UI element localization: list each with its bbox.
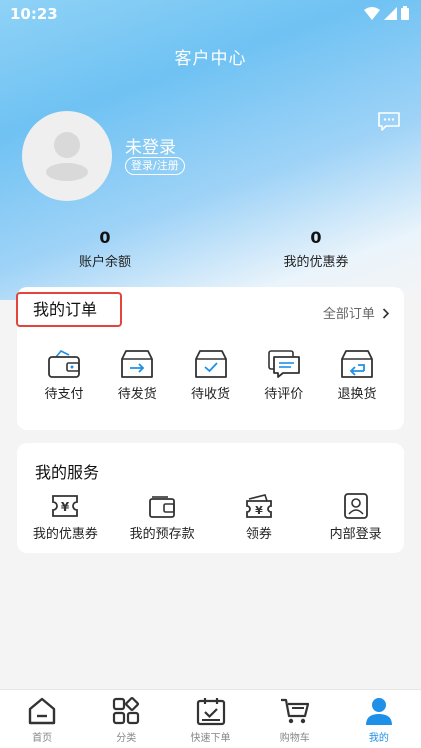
order-pending-payment[interactable]: 待支付	[29, 349, 99, 402]
services-card: 我的服务 ¥ 我的优惠券 我的预存款 ¥ 领券 内部登录	[17, 443, 404, 553]
calendar-check-icon	[196, 698, 225, 726]
page-title: 客户中心	[174, 49, 247, 69]
avatar[interactable]	[22, 111, 112, 201]
account-balance[interactable]: 0 账户余额	[15, 228, 195, 270]
service-get-coupons[interactable]: ¥ 领券	[211, 493, 308, 542]
service-internal-login-label: 内部登录	[329, 527, 382, 542]
service-my-deposit[interactable]: 我的预存款	[114, 493, 211, 542]
wifi-icon	[364, 6, 380, 20]
account-balance-label: 账户余额	[78, 255, 131, 270]
box-check-icon	[194, 350, 227, 378]
message-icon[interactable]	[377, 111, 401, 133]
avatar-placeholder-icon	[46, 132, 88, 181]
user-card-icon	[343, 493, 368, 519]
tab-category-label: 分类	[116, 733, 137, 744]
status-bar: 10:23	[0, 0, 421, 30]
order-pending-receipt[interactable]: 待收货	[176, 349, 246, 402]
tab-cart-label: 购物车	[279, 733, 310, 744]
service-my-coupons-label: 我的优惠券	[32, 527, 98, 542]
order-pending-payment-label: 待支付	[44, 387, 84, 402]
service-my-deposit-label: 我的预存款	[129, 527, 195, 542]
coupon-icon: ¥	[52, 495, 79, 517]
user-icon	[365, 698, 392, 725]
home-icon	[28, 697, 56, 725]
wallet-icon	[149, 496, 176, 518]
bottom-tab-bar: 首页 分类 快速下单 购物车 我的	[0, 689, 421, 748]
login-status: 未登录	[125, 138, 176, 158]
order-return-exchange-label: 退换货	[337, 387, 377, 402]
my-coupons-label: 我的优惠券	[283, 255, 349, 270]
battery-icon	[401, 6, 409, 20]
category-icon	[113, 696, 140, 725]
services-title: 我的服务	[35, 463, 100, 482]
tab-quick-order[interactable]: 快速下单	[168, 690, 252, 748]
tab-home[interactable]: 首页	[0, 690, 84, 748]
account-balance-value: 0	[99, 228, 111, 247]
my-coupons-balance[interactable]: 0 我的优惠券	[226, 228, 406, 270]
tab-category[interactable]: 分类	[84, 690, 168, 748]
wallet-icon	[48, 350, 80, 378]
signal-icon	[384, 6, 397, 20]
svg-text:¥: ¥	[61, 500, 70, 514]
order-return-exchange[interactable]: 退换货	[322, 349, 392, 402]
order-pending-review-label: 待评价	[264, 387, 304, 402]
tab-quick-order-label: 快速下单	[190, 733, 231, 744]
service-get-coupons-label: 领券	[245, 527, 272, 542]
my-coupons-value: 0	[310, 228, 322, 247]
login-register-button[interactable]: 登录/注册	[125, 157, 185, 175]
tab-home-label: 首页	[32, 733, 53, 744]
service-internal-login[interactable]: 内部登录	[307, 493, 404, 542]
all-orders-label: 全部订单	[322, 307, 375, 322]
order-pending-review[interactable]: 待评价	[249, 349, 319, 402]
orders-card: 我的订单 全部订单 待支付 待发货 待收货 待评价 退换货	[16, 287, 404, 430]
coupon-stack-icon: ¥	[245, 494, 272, 518]
order-pending-receipt-label: 待收货	[190, 387, 230, 402]
tab-mine[interactable]: 我的	[337, 690, 421, 748]
chevron-right-icon	[382, 308, 390, 319]
all-orders-link[interactable]: 全部订单	[323, 303, 390, 322]
comment-icon	[267, 350, 300, 378]
cart-icon	[280, 698, 309, 724]
orders-title: 我的订单	[16, 292, 122, 327]
svg-text:¥: ¥	[255, 504, 263, 517]
order-pending-shipment[interactable]: 待发货	[102, 349, 172, 402]
tab-mine-label: 我的	[368, 733, 389, 744]
service-my-coupons[interactable]: ¥ 我的优惠券	[17, 493, 114, 542]
order-pending-shipment-label: 待发货	[117, 387, 157, 402]
tab-cart[interactable]: 购物车	[253, 690, 337, 748]
box-arrow-icon	[121, 350, 154, 378]
status-time: 10:23	[10, 5, 58, 23]
box-return-icon	[341, 350, 373, 378]
